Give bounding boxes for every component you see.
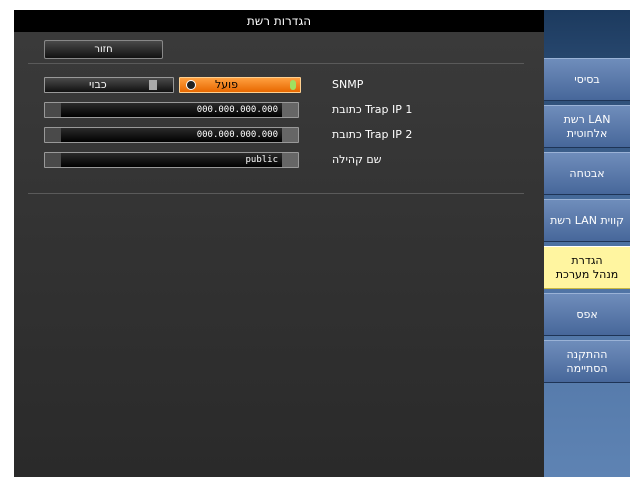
sidebar-item-wired-lan[interactable]: רשת LAN קווית bbox=[544, 199, 630, 242]
sidebar: בסיסי רשת LAN אלחוטית אבטחה רשת LAN קווי… bbox=[544, 10, 630, 477]
trap-ip-2-value: 000.000.000.000 bbox=[196, 130, 278, 140]
snmp-off-label: כבוי bbox=[89, 78, 107, 91]
snmp-on-option[interactable]: פועל bbox=[179, 77, 301, 93]
radio-selected-icon bbox=[186, 80, 196, 90]
trap-ip-1-label: כתובת Trap IP 1 bbox=[332, 103, 413, 116]
sidebar-item-reset[interactable]: אפס bbox=[544, 293, 630, 336]
sidebar-item-label: ההתקנה הסתיימה bbox=[566, 347, 608, 375]
toggle-knob-icon bbox=[149, 80, 157, 90]
sidebar-item-label: אפס bbox=[576, 307, 598, 321]
trap-ip-2-label: כתובת Trap IP 2 bbox=[332, 128, 413, 141]
sidebar-item-security[interactable]: אבטחה bbox=[544, 152, 630, 195]
community-name-label: שם קהילה bbox=[332, 153, 382, 166]
field-left-cap bbox=[45, 153, 61, 167]
trap-ip-2-field[interactable]: 000.000.000.000 bbox=[44, 127, 299, 143]
sidebar-item-wireless-lan[interactable]: רשת LAN אלחוטית bbox=[544, 105, 630, 148]
sidebar-item-setup-complete[interactable]: ההתקנה הסתיימה bbox=[544, 340, 630, 383]
field-right-cap bbox=[282, 153, 298, 167]
divider-top bbox=[28, 63, 524, 64]
trap-ip-1-value: 000.000.000.000 bbox=[196, 105, 278, 115]
sidebar-item-label: הגדרת מנהל מערכת bbox=[555, 253, 619, 281]
sidebar-item-basic[interactable]: בסיסי bbox=[544, 58, 630, 101]
snmp-off-option[interactable]: כבוי bbox=[44, 77, 174, 93]
field-left-cap bbox=[45, 128, 61, 142]
field-right-cap bbox=[282, 128, 298, 142]
community-name-field[interactable]: public bbox=[44, 152, 299, 168]
community-name-value: public bbox=[245, 155, 278, 165]
sidebar-item-label: אבטחה bbox=[569, 166, 605, 180]
snmp-label: SNMP bbox=[332, 78, 364, 91]
field-left-cap bbox=[45, 103, 61, 117]
window-title: הגדרות רשת bbox=[14, 10, 544, 32]
sidebar-item-label: בסיסי bbox=[574, 72, 600, 86]
trap-ip-1-field[interactable]: 000.000.000.000 bbox=[44, 102, 299, 118]
network-settings-window: הגדרות רשת חזור SNMP כבוי פועל כתובת Tra… bbox=[14, 10, 630, 477]
indicator-light-icon bbox=[290, 80, 296, 90]
sidebar-item-admin-settings[interactable]: הגדרת מנהל מערכת bbox=[544, 246, 630, 289]
sidebar-item-label: רשת LAN אלחוטית bbox=[563, 112, 611, 140]
settings-panel: חזור SNMP כבוי פועל כתובת Trap IP 1 000.… bbox=[14, 32, 544, 477]
back-button[interactable]: חזור bbox=[44, 40, 163, 59]
field-right-cap bbox=[282, 103, 298, 117]
divider-bottom bbox=[28, 193, 524, 194]
sidebar-item-label: רשת LAN קווית bbox=[550, 213, 624, 227]
snmp-on-label: פועל bbox=[215, 78, 239, 91]
